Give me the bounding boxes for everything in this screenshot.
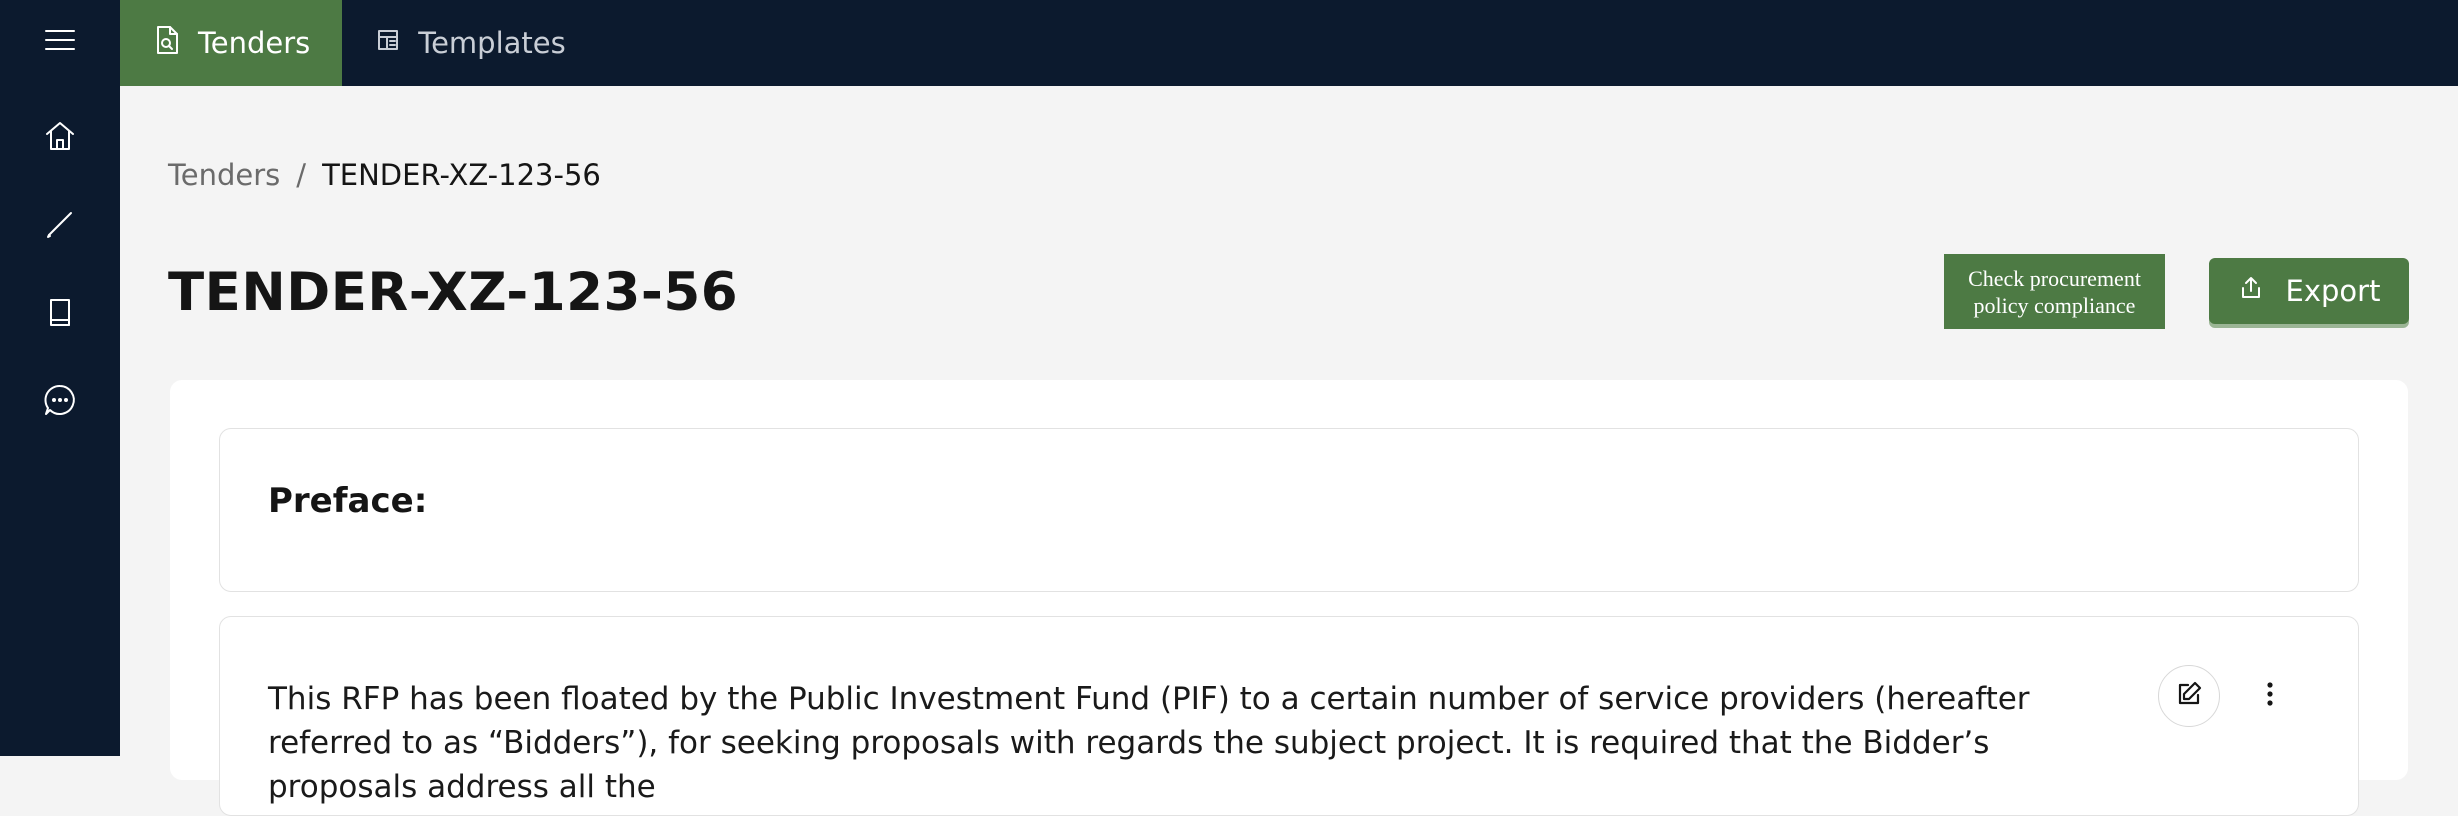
breadcrumb: Tenders / TENDER-XZ-123-56 — [168, 158, 601, 192]
tab-templates-label: Templates — [418, 26, 566, 60]
breadcrumb-separator: / — [296, 158, 307, 192]
document-search-icon — [152, 24, 182, 63]
tab-tenders[interactable]: Tenders — [120, 0, 343, 86]
more-vertical-icon — [2265, 680, 2275, 712]
hamburger-menu-icon[interactable] — [0, 10, 120, 70]
tab-templates[interactable]: Templates — [342, 0, 597, 86]
edit-section-button[interactable] — [2158, 665, 2220, 727]
home-icon[interactable] — [0, 106, 120, 166]
share-upload-icon — [2238, 274, 2264, 308]
more-options-button[interactable] — [2250, 665, 2290, 727]
sidebar — [0, 0, 120, 756]
template-icon — [374, 26, 402, 61]
tender-content-card: Preface: This RFP has been floated by th… — [170, 380, 2408, 816]
page-title: TENDER-XZ-123-56 — [168, 262, 739, 323]
preface-label: Preface: — [268, 481, 428, 521]
book-icon[interactable] — [0, 282, 120, 342]
pencil-icon[interactable] — [0, 194, 120, 254]
content-section: This RFP has been floated by the Public … — [219, 616, 2359, 816]
top-nav-bar: Tenders Templates — [120, 0, 2458, 86]
export-button[interactable]: Export — [2209, 258, 2409, 324]
tab-tenders-label: Tenders — [198, 26, 311, 60]
preface-section: Preface: — [219, 428, 2359, 592]
edit-icon — [2175, 680, 2203, 712]
chat-bubble-icon[interactable] — [0, 370, 120, 430]
section-body-text: This RFP has been floated by the Public … — [268, 681, 2030, 805]
export-button-label: Export — [2285, 274, 2381, 308]
check-compliance-button[interactable]: Check procurement policy compliance — [1944, 254, 2165, 329]
breadcrumb-current: TENDER-XZ-123-56 — [322, 158, 601, 192]
breadcrumb-tenders-link[interactable]: Tenders — [168, 158, 280, 192]
